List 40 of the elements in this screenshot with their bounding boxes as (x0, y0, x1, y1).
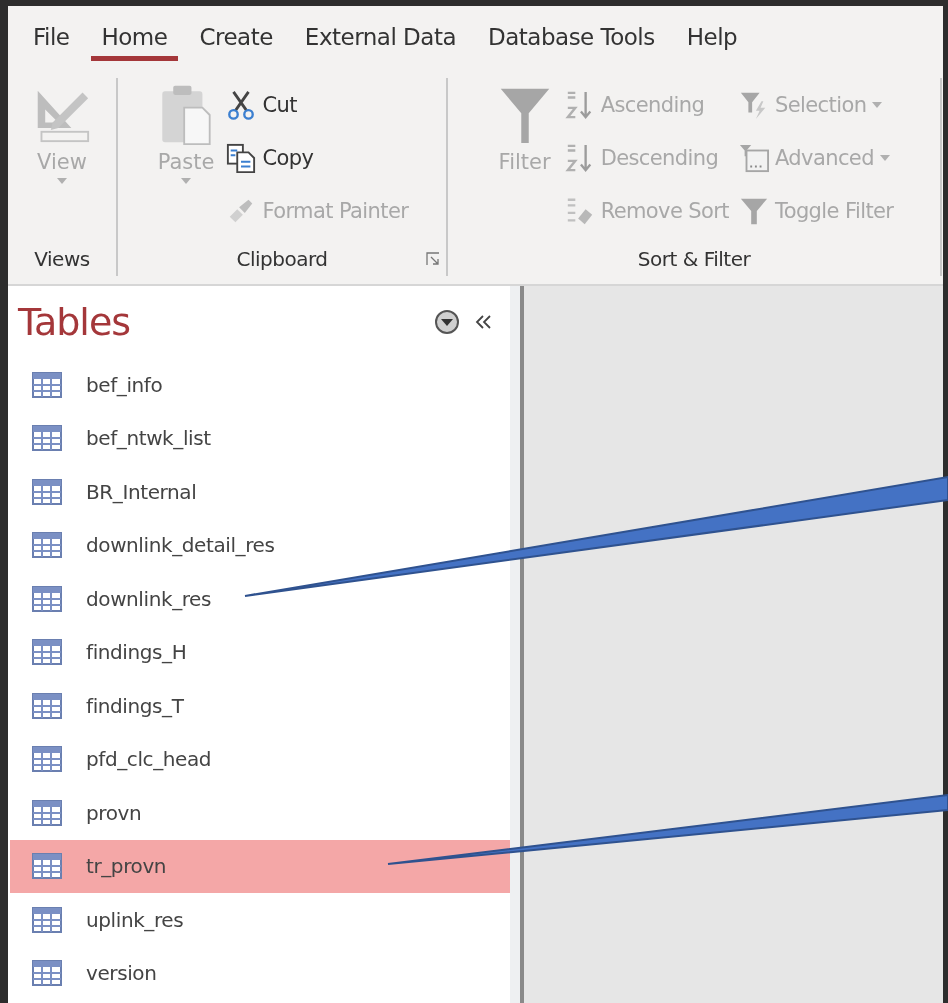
table-icon (32, 799, 62, 826)
scissors-icon (226, 89, 257, 120)
table-icon (32, 371, 62, 398)
table-item[interactable]: version (10, 946, 510, 1000)
copy-icon (226, 142, 257, 173)
table-icon (32, 532, 62, 559)
ribbon-tab[interactable]: Create (188, 6, 284, 61)
ribbon-button[interactable]: Copy (224, 131, 411, 184)
ribbon-tab[interactable]: Help (675, 6, 749, 61)
table-icon (32, 960, 62, 987)
table-icon (32, 478, 62, 505)
table-icon (32, 853, 62, 880)
group-label: Sort & Filter (637, 247, 751, 271)
table-icon (32, 692, 62, 719)
collapse-icon[interactable] (474, 314, 492, 330)
dropdown-circle-icon[interactable] (434, 309, 460, 335)
table-icon (32, 425, 62, 452)
pane-title: Tables (18, 300, 132, 344)
ribbon-tab[interactable]: External Data (293, 6, 467, 61)
table-item[interactable]: provn (10, 786, 510, 840)
table-icon (32, 906, 62, 933)
table-icon (32, 639, 62, 666)
ribbon-tab[interactable]: Home (90, 6, 179, 61)
table-icon (32, 585, 62, 612)
table-item[interactable]: bef_ntwk_list (10, 411, 510, 465)
table-item[interactable]: pfd_clc_head (10, 732, 510, 786)
table-item[interactable]: uplink_res (10, 893, 510, 947)
ribbon-button[interactable]: Cut (224, 78, 411, 131)
group-label: Clipboard (236, 247, 328, 271)
table-item[interactable]: findings_T (10, 679, 510, 733)
group-label: Views (34, 247, 90, 271)
table-item[interactable]: tr_provn (10, 839, 510, 893)
table-item[interactable]: bef_info (10, 358, 510, 412)
funnel-form-icon (738, 142, 769, 173)
ribbon-tab[interactable]: Database Tools (477, 6, 666, 61)
table-icon (32, 746, 62, 773)
table-item[interactable]: BR_Internal (10, 465, 510, 519)
ribbon-tab[interactable]: File (22, 6, 81, 61)
table-item[interactable]: findings_H (10, 625, 510, 679)
dialog-launcher-icon[interactable] (426, 252, 440, 266)
